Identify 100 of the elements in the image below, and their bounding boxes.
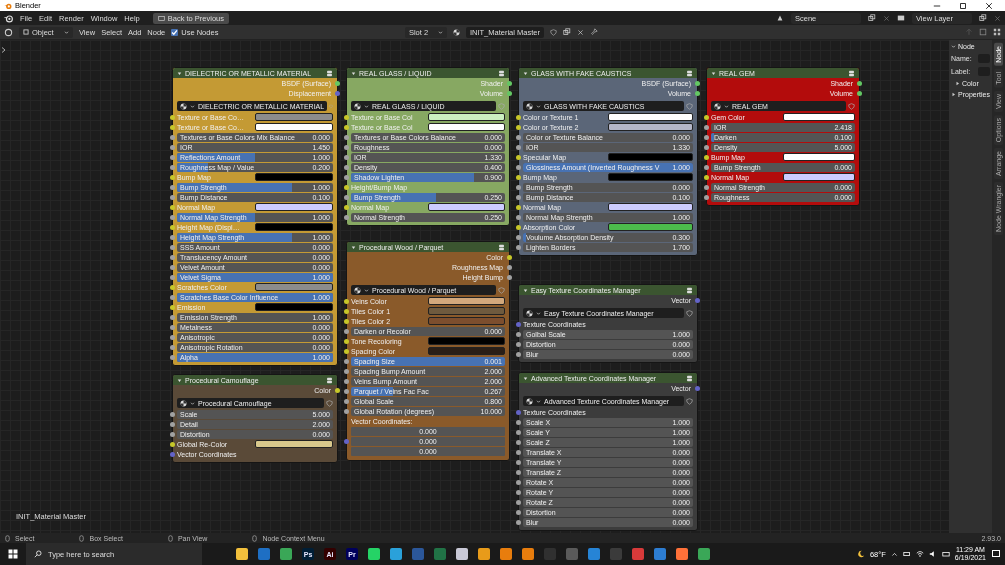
- color-swatch[interactable]: [255, 440, 333, 448]
- color-swatch[interactable]: [255, 283, 333, 291]
- collapse-caret-icon[interactable]: [177, 377, 182, 383]
- copy-icon[interactable]: [868, 14, 876, 22]
- fake-user-icon[interactable]: [549, 28, 557, 36]
- editor-type-icon[interactable]: [4, 27, 13, 37]
- output-socket[interactable]: [507, 80, 512, 86]
- color-swatch[interactable]: [608, 203, 693, 211]
- app-icon[interactable]: [698, 548, 710, 560]
- battery-icon[interactable]: [902, 550, 911, 558]
- input-socket[interactable]: [344, 184, 349, 190]
- app-icon[interactable]: [390, 548, 402, 560]
- caret-icon: [190, 400, 195, 406]
- collapse-caret-icon[interactable]: [523, 375, 528, 381]
- output-socket[interactable]: [507, 264, 512, 270]
- collapse-caret-icon[interactable]: [351, 70, 356, 76]
- color-swatch[interactable]: [783, 113, 855, 121]
- expand-arrow-icon[interactable]: [951, 92, 956, 97]
- material-sphere-icon: [526, 397, 533, 405]
- app-icon[interactable]: [280, 548, 292, 560]
- output-socket[interactable]: [507, 90, 512, 96]
- copy-icon[interactable]: [979, 14, 987, 22]
- expand-arrow-icon[interactable]: [955, 81, 960, 86]
- output-socket[interactable]: [857, 90, 862, 96]
- output-socket[interactable]: [507, 254, 512, 260]
- input-socket[interactable]: [516, 321, 521, 327]
- app-icon[interactable]: [654, 548, 666, 560]
- blender-logo-icon[interactable]: [4, 13, 13, 23]
- color-swatch[interactable]: [608, 113, 693, 121]
- node-card[interactable]: [518, 67, 698, 256]
- color-swatch[interactable]: [783, 153, 855, 161]
- app-icon[interactable]: [676, 548, 688, 560]
- node-card[interactable]: [518, 372, 698, 531]
- app-icon[interactable]: [632, 548, 644, 560]
- app-icon[interactable]: [368, 548, 380, 560]
- app-icon[interactable]: [500, 548, 512, 560]
- view-layer-icon[interactable]: [897, 14, 905, 22]
- color-swatch[interactable]: [255, 203, 333, 211]
- color-swatch[interactable]: [428, 347, 505, 355]
- color-swatch[interactable]: [608, 153, 693, 161]
- output-socket[interactable]: [335, 80, 340, 86]
- node-card[interactable]: [346, 67, 510, 226]
- output-socket[interactable]: [507, 274, 512, 280]
- speaker-icon[interactable]: [928, 550, 937, 558]
- fake-user-icon[interactable]: [326, 399, 333, 407]
- checkbox-icon[interactable]: [171, 28, 179, 36]
- app-icon[interactable]: [236, 548, 248, 560]
- collapse-caret-icon[interactable]: [711, 70, 716, 76]
- collapse-caret-icon[interactable]: [177, 70, 182, 76]
- caret-up-icon[interactable]: [890, 550, 898, 558]
- app-icon[interactable]: [522, 548, 534, 560]
- node-card[interactable]: [346, 241, 510, 461]
- color-swatch[interactable]: [608, 123, 693, 131]
- node-card[interactable]: [172, 67, 338, 366]
- copy-icon[interactable]: [562, 28, 571, 36]
- pin-icon[interactable]: [589, 28, 598, 36]
- app-icon[interactable]: [456, 548, 468, 560]
- app-icon[interactable]: [258, 548, 270, 560]
- material-sphere-icon: [180, 102, 187, 110]
- mouse-icon: [78, 534, 86, 542]
- color-swatch[interactable]: [428, 123, 505, 131]
- color-swatch[interactable]: [255, 173, 333, 181]
- color-swatch[interactable]: [428, 297, 505, 305]
- color-swatch[interactable]: [428, 203, 505, 211]
- output-socket[interactable]: [335, 90, 340, 96]
- output-socket[interactable]: [335, 387, 340, 393]
- input-socket[interactable]: [344, 439, 349, 444]
- color-swatch[interactable]: [783, 173, 855, 181]
- color-swatch[interactable]: [255, 303, 333, 311]
- wifi-icon[interactable]: [915, 550, 924, 558]
- input-socket[interactable]: [516, 409, 521, 415]
- grid-icon[interactable]: [993, 28, 1001, 36]
- collapse-caret-icon[interactable]: [351, 244, 356, 250]
- color-swatch[interactable]: [428, 307, 505, 315]
- fake-user-icon[interactable]: [686, 309, 693, 317]
- fake-user-icon[interactable]: [686, 397, 693, 405]
- maximize-icon[interactable]: [959, 1, 967, 10]
- collapse-caret-icon[interactable]: [523, 70, 528, 76]
- node-group-icon: [686, 286, 693, 294]
- color-swatch[interactable]: [608, 173, 693, 181]
- color-swatch[interactable]: [428, 113, 505, 121]
- color-swatch[interactable]: [428, 337, 505, 345]
- color-swatch[interactable]: [428, 317, 505, 325]
- output-socket[interactable]: [695, 80, 700, 86]
- output-socket[interactable]: [695, 90, 700, 96]
- node-group-icon: [686, 374, 693, 382]
- app-icon[interactable]: [478, 548, 490, 560]
- close-icon[interactable]: [985, 1, 993, 10]
- caret-icon: [724, 103, 729, 109]
- caret-icon: [536, 103, 541, 109]
- windows-start-icon[interactable]: [8, 549, 18, 559]
- color-swatch[interactable]: [255, 123, 333, 131]
- material-sphere-icon: [180, 399, 187, 407]
- collapse-caret-icon[interactable]: [523, 287, 528, 293]
- color-swatch[interactable]: [255, 113, 333, 121]
- output-socket[interactable]: [857, 80, 862, 86]
- color-swatch[interactable]: [255, 223, 333, 231]
- input-socket[interactable]: [170, 451, 175, 457]
- color-swatch[interactable]: [608, 223, 693, 231]
- app-icon[interactable]: [588, 548, 600, 560]
